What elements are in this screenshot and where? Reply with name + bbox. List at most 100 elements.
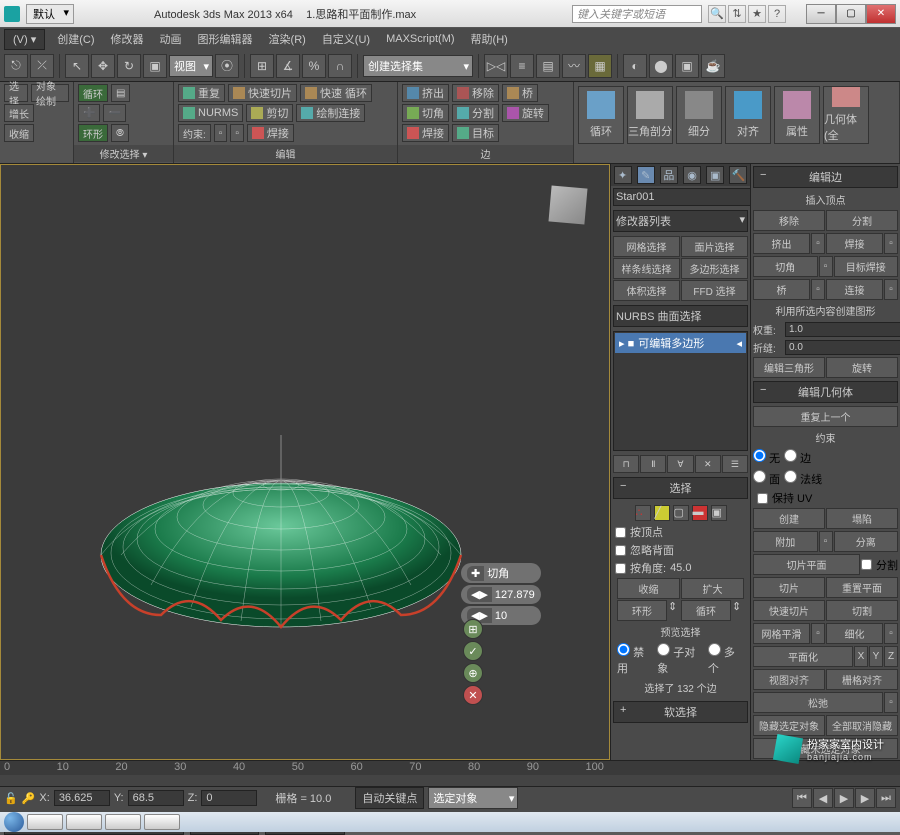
shrink2-btn[interactable]: 收缩 <box>617 578 680 599</box>
ignore-chk[interactable] <box>615 545 626 556</box>
tab-display-icon[interactable]: ▣ <box>706 166 724 184</box>
menu-customize[interactable]: 自定义(U) <box>314 28 378 50</box>
search-input[interactable]: 键入关键字或短语 <box>572 5 702 23</box>
modifier-stack[interactable]: ▸ ■可编辑多边形◂ <box>613 331 748 451</box>
magnet-icon[interactable]: ∩ <box>328 54 352 78</box>
slice-btn[interactable]: 切片 <box>753 577 825 598</box>
ribbon-icon[interactable]: ▦ <box>588 54 612 78</box>
tab-hier-icon[interactable]: 品 <box>660 166 678 184</box>
cut-btn[interactable]: 剪切 <box>246 104 293 122</box>
py[interactable]: Y <box>869 646 883 667</box>
ring2-btn[interactable]: 环形 <box>617 600 667 621</box>
loop-btn[interactable]: 循环 <box>78 84 108 102</box>
tab-modify-icon[interactable]: ✎ <box>637 166 655 184</box>
roll-editedges[interactable]: 编辑边 <box>753 166 898 188</box>
key-icon[interactable]: 🔑 <box>22 792 36 805</box>
play-icon[interactable]: ▶ <box>834 788 854 808</box>
mirror-icon[interactable]: ▷◁ <box>484 54 508 78</box>
c-face-r[interactable] <box>753 470 766 483</box>
gridalign-btn[interactable]: 栅格对齐 <box>826 669 898 690</box>
ring-btn[interactable]: 环形 <box>78 124 108 142</box>
pivot-icon[interactable]: ⦿ <box>215 54 239 78</box>
help-icon[interactable]: ? <box>768 5 786 23</box>
weld3-btn[interactable]: 焊接 <box>826 233 883 254</box>
rotate-icon[interactable]: ↻ <box>117 54 141 78</box>
teapot-icon[interactable]: ☕ <box>701 54 725 78</box>
tb-app4[interactable] <box>144 814 180 830</box>
move-icon[interactable]: ✥ <box>91 54 115 78</box>
sub-btn[interactable]: ➖ <box>103 104 125 122</box>
menu-maxscript[interactable]: MAXScript(M) <box>378 30 462 48</box>
menu-render[interactable]: 渲染(R) <box>261 28 314 50</box>
rframe-icon[interactable]: ▣ <box>675 54 699 78</box>
sliceplane-btn[interactable]: 切片平面 <box>753 554 860 575</box>
tweld-btn[interactable]: 目标焊接 <box>834 256 899 277</box>
prev-icon[interactable]: ◀ <box>813 788 833 808</box>
create-btn[interactable]: 创建 <box>753 508 825 529</box>
roll-selection[interactable]: 选择 <box>613 477 748 499</box>
paint-btn[interactable]: 绘制连接 <box>296 104 365 122</box>
turn-btn[interactable]: 旋转 <box>826 357 898 378</box>
extrude-set[interactable]: ▫ <box>811 233 825 254</box>
start-orb[interactable] <box>4 812 24 832</box>
keymode-drop[interactable]: 选定对象 <box>428 787 518 809</box>
menu-v[interactable]: (V) <box>4 29 45 50</box>
relax-set[interactable]: ▫ <box>884 692 898 713</box>
tess-set[interactable]: ▫ <box>884 623 898 644</box>
patchsel-btn[interactable]: 面片选择 <box>681 236 748 257</box>
align-icon[interactable]: ≡ <box>510 54 534 78</box>
byvertex-chk[interactable] <box>615 527 626 538</box>
minimize-button[interactable]: ─ <box>806 4 836 24</box>
c-none[interactable]: ▫ <box>214 124 228 142</box>
splinesel-btn[interactable]: 样条线选择 <box>613 258 680 279</box>
hidesel-btn[interactable]: 隐藏选定对象 <box>753 715 825 736</box>
meshsel-btn[interactable]: 网格选择 <box>613 236 680 257</box>
bridge2-btn[interactable]: 桥 <box>753 279 810 300</box>
fav-icon[interactable]: ★ <box>748 5 766 23</box>
so-elem[interactable]: ▣ <box>711 505 727 521</box>
psnap-icon[interactable]: % <box>302 54 326 78</box>
object-name-input[interactable] <box>613 188 750 206</box>
maximize-button[interactable]: ▢ <box>836 4 866 24</box>
roll-editgeo[interactable]: 编辑几何体 <box>753 381 898 403</box>
caddy-apply-icon[interactable]: ⊕ <box>463 663 483 683</box>
split-btn[interactable]: 分割 <box>452 104 499 122</box>
bridge-btn[interactable]: 桥 <box>502 84 538 102</box>
extrude2-btn[interactable]: 挤出 <box>753 233 810 254</box>
remove2-btn[interactable]: 移除 <box>753 210 825 231</box>
comm-icon[interactable]: ⇅ <box>728 5 746 23</box>
snap-icon[interactable]: ⊞ <box>250 54 274 78</box>
unlink-icon[interactable]: ⤫ <box>30 54 54 78</box>
cut2-btn[interactable]: 切割 <box>826 600 898 621</box>
chamfer2-btn[interactable]: 切角 <box>753 256 818 277</box>
c-edge-r[interactable] <box>784 449 797 462</box>
select-icon[interactable]: ↖ <box>65 54 89 78</box>
preserve-chk[interactable] <box>757 493 768 504</box>
pz[interactable]: Z <box>884 646 898 667</box>
geom-big[interactable]: 几何体 (全 <box>823 86 869 144</box>
caddy-opt-icon[interactable]: ⊞ <box>463 619 483 639</box>
caddy-ok-icon[interactable]: ✓ <box>463 641 483 661</box>
caddy-label[interactable]: ✚切角 <box>461 563 541 583</box>
weight-input[interactable] <box>785 322 900 337</box>
autokey-btn[interactable]: 自动关键点 <box>355 787 424 809</box>
so-border[interactable]: ▢ <box>673 505 689 521</box>
show-icon[interactable]: Ⅱ <box>640 455 666 473</box>
x-coord[interactable]: 36.625 <box>54 790 110 806</box>
target-btn[interactable]: 目标 <box>452 124 499 142</box>
repeat2-btn[interactable]: 重复上一个 <box>753 406 898 427</box>
goto-end-icon[interactable]: ⏭ <box>876 788 896 808</box>
loop-big[interactable]: 循环 <box>578 86 624 144</box>
pin-icon[interactable]: ⊓ <box>613 455 639 473</box>
coord-dropdown[interactable]: 视图 <box>169 55 213 77</box>
tab-create-icon[interactable]: ✦ <box>614 166 632 184</box>
bridge-set[interactable]: ▫ <box>811 279 825 300</box>
menu-create[interactable]: 创建(C) <box>49 28 102 50</box>
render-icon[interactable]: ⬤ <box>649 54 673 78</box>
reset-btn[interactable]: 重置平面 <box>826 577 898 598</box>
tab-util-icon[interactable]: 🔨 <box>729 166 747 184</box>
workspace-dropdown[interactable]: 默认 <box>26 4 74 24</box>
tab-motion-icon[interactable]: ◉ <box>683 166 701 184</box>
prop-big[interactable]: 属性 <box>774 86 820 144</box>
r-sub[interactable] <box>657 643 670 656</box>
